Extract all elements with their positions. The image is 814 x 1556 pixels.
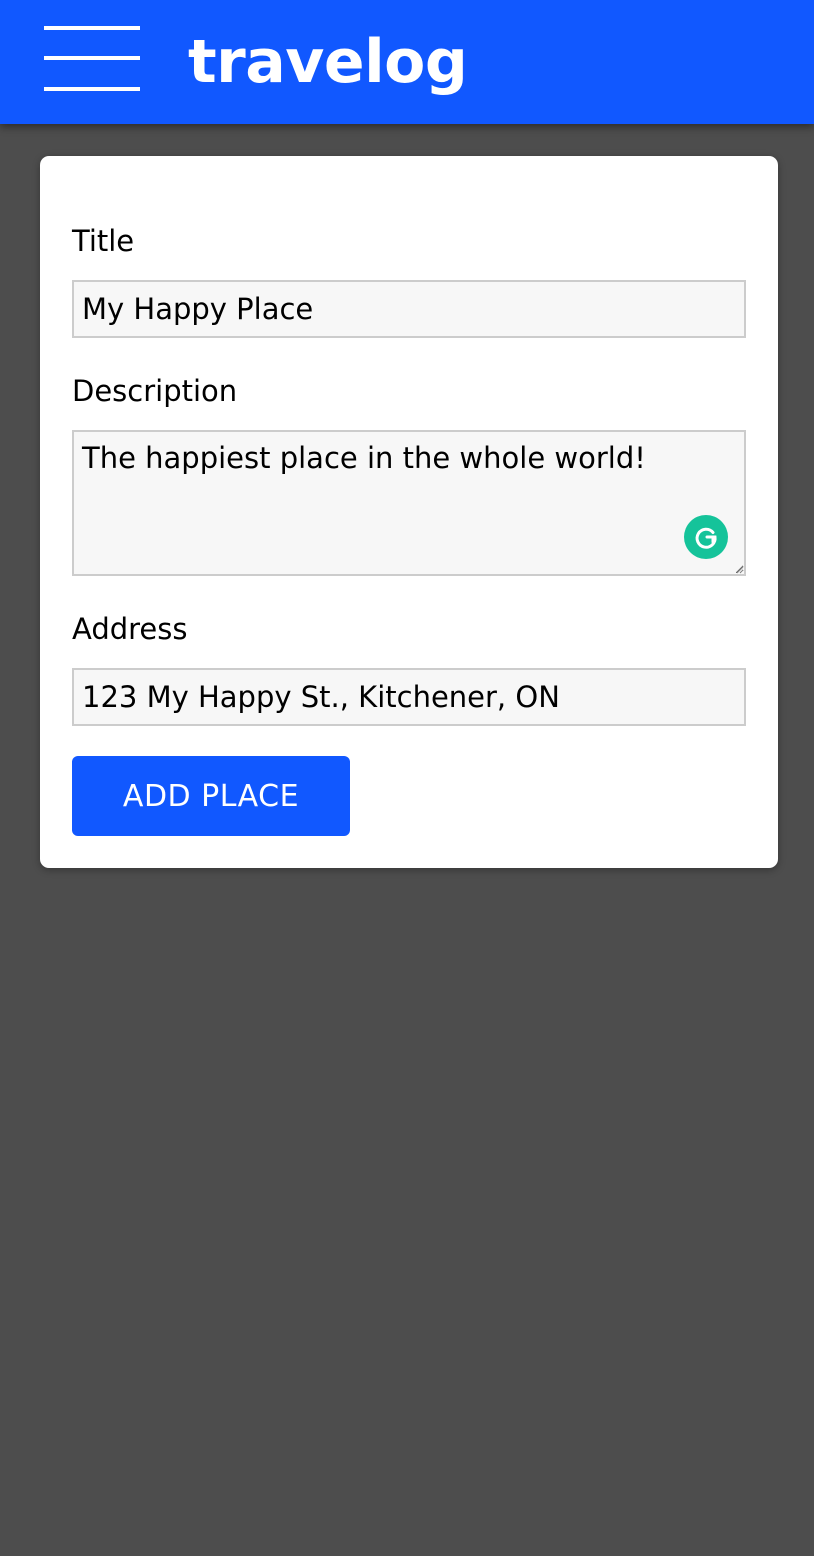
- menu-bar-middle: [44, 56, 140, 60]
- description-label: Description: [72, 374, 238, 408]
- add-place-form-card: Title Description The happiest place in …: [40, 156, 778, 868]
- title-input[interactable]: [72, 280, 746, 338]
- description-textarea[interactable]: The happiest place in the whole world!: [72, 430, 746, 576]
- app-header: travelog: [0, 0, 814, 124]
- address-input[interactable]: [72, 668, 746, 726]
- grammarly-icon[interactable]: [684, 515, 728, 559]
- address-label: Address: [72, 612, 188, 646]
- add-place-button[interactable]: ADD PLACE: [72, 756, 350, 836]
- menu-bar-bottom: [44, 87, 140, 91]
- grammarly-g-glyph: [695, 527, 717, 549]
- menu-bar-top: [44, 26, 140, 30]
- app-title: travelog: [188, 27, 468, 97]
- resize-handle-icon[interactable]: [736, 566, 744, 574]
- title-label: Title: [72, 224, 135, 258]
- hamburger-menu-icon[interactable]: [44, 26, 140, 92]
